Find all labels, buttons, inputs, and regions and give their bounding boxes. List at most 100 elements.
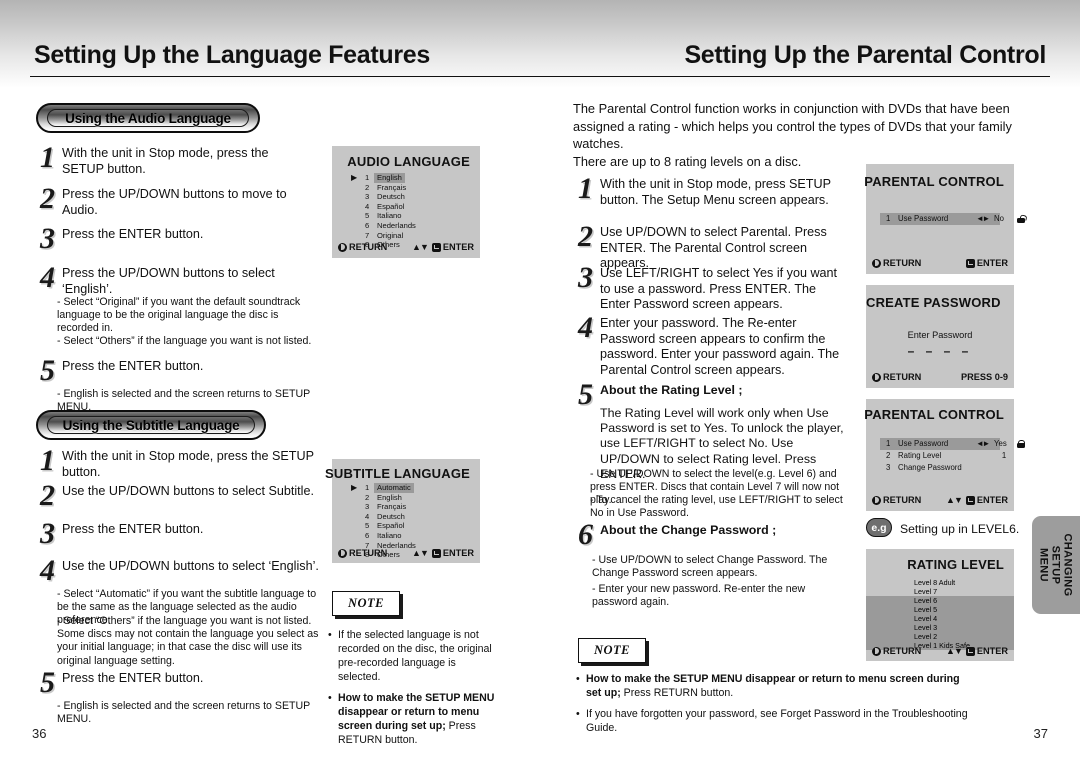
osd-list-item[interactable]: 6 Italiano [365, 531, 419, 541]
step-number: 3 [578, 261, 593, 294]
header-divider-rule [30, 76, 1050, 77]
osd-enter-control[interactable]: ENTER [965, 258, 1008, 268]
left-note-list: If the selected language is not recorded… [328, 628, 500, 754]
step-number: 2 [40, 182, 55, 215]
note-item-text: If you have forgotten your password, see… [586, 708, 968, 734]
up-down-arrows-icon: ▲▼ [412, 548, 429, 558]
rating-level-row[interactable]: Level 7 [866, 587, 1014, 596]
rating-level-row[interactable]: Level 5 [866, 605, 1014, 614]
rating-level-row[interactable]: Level 2 [866, 632, 1014, 641]
osd-list-item[interactable]: 3 Deutsch [365, 192, 419, 202]
osd-title-subtitle-language: SUBTITLE LANGUAGE [325, 466, 470, 481]
osd-return-control[interactable]: RETURN [872, 372, 921, 382]
audio-step-2: 2 Press the UP/DOWN buttons to move to A… [40, 182, 320, 218]
osd-list-item[interactable]: 7 Original [365, 231, 419, 241]
osd-enter-control[interactable]: ▲▼ ENTER [412, 242, 474, 252]
parental-row-rating-level[interactable]: 2 Rating Level 1 [880, 450, 1006, 462]
osd-return-label: RETURN [883, 646, 922, 656]
osd-enter-control[interactable]: ▲▼ ENTER [946, 646, 1008, 656]
osd-subtitle-language: SUBTITLE LANGUAGE ▶ 1 Automatic 2 English … [325, 459, 480, 563]
return-icon [338, 548, 347, 558]
row-label: Change Password [898, 463, 962, 472]
rating-level-row[interactable]: Level 3 [866, 623, 1014, 632]
osd-item-index: 6 [365, 530, 370, 540]
rating-level-row[interactable]: Level 6 [866, 596, 1014, 605]
parental-row-change-password[interactable]: 3 Change Password [880, 462, 1000, 474]
osd-item-index: 2 [365, 182, 370, 192]
enter-icon [965, 646, 975, 656]
osd-item-index: 3 [365, 192, 370, 202]
osd-list-item[interactable]: 3 Français [365, 502, 419, 512]
note-item: How to make the SETUP MENU disappear or … [328, 691, 500, 747]
row-label: Use Password [898, 439, 949, 448]
left-right-arrows-icon: ◄► [976, 439, 990, 448]
step-number: 4 [40, 261, 55, 294]
step-number: 5 [40, 354, 55, 387]
change-password-note-1: - Use UP/DOWN to select Change Password.… [592, 554, 828, 580]
parental-row-list: 1 Use Password ◄► No [866, 213, 1028, 225]
osd-list-item[interactable]: 4 Español [365, 202, 419, 212]
parental-row-list-2: 1 Use Password ◄► Yes 2 Rating Level 1 3… [866, 438, 1026, 474]
osd-list-item[interactable]: 1 English [365, 173, 419, 183]
step-number: 6 [578, 518, 593, 551]
pill-using-audio-language: Using the Audio Language [36, 103, 260, 133]
osd-item-label: Italiano [377, 530, 402, 540]
enter-icon [431, 242, 441, 252]
step-number: 5 [40, 666, 55, 699]
step-text: Enter your password. The Re-enter Passwo… [600, 316, 840, 377]
osd-return-control[interactable]: RETURN [338, 242, 387, 252]
osd-item-index: 7 [365, 230, 370, 240]
rating-level-label: Level 4 [914, 614, 938, 623]
press-label: PRESS 0-9 [961, 372, 1008, 382]
osd-caret-icon: ▶ [351, 173, 358, 182]
osd-title-parental-control-2: PARENTAL CONTROL [864, 407, 1004, 422]
osd-item-label: Automatic [374, 483, 414, 493]
osd-footer: RETURN ▲▼ ENTER [338, 548, 474, 558]
parental-row-use-password[interactable]: 1 Use Password ◄► No [880, 213, 1028, 225]
osd-list-item[interactable]: 6 Nederlands [365, 221, 419, 231]
osd-list-item[interactable]: 2 English [365, 493, 419, 503]
osd-parental-control-no-password: PARENTAL CONTROL 1 Use Password ◄► No RE… [864, 164, 1028, 274]
osd-list-item[interactable]: 5 Español [365, 521, 419, 531]
return-icon [872, 372, 881, 382]
enter-icon [965, 258, 975, 268]
osd-list-item[interactable]: 1 Automatic [365, 483, 419, 493]
parental-row-use-password[interactable]: 1 Use Password ◄► Yes [880, 438, 1026, 450]
row-label: Use Password [898, 214, 949, 223]
rating-level-row[interactable]: Level 4 [866, 614, 1014, 623]
osd-audio-list: 1 English 2 Français 3 Deutsch 4 Español 5 It… [365, 173, 419, 250]
osd-return-control[interactable]: RETURN [872, 646, 921, 656]
osd-enter-control[interactable]: ▲▼ ENTER [946, 495, 1008, 505]
osd-enter-control[interactable]: ▲▼ ENTER [412, 548, 474, 558]
rating-level-row[interactable]: Level 8 Adult [866, 578, 1014, 587]
osd-return-control[interactable]: RETURN [872, 495, 921, 505]
step-text: Press the UP/DOWN buttons to move to Aud… [62, 187, 287, 217]
osd-press-digits-label: PRESS 0-9 [961, 372, 1008, 382]
osd-return-label: RETURN [883, 258, 922, 268]
step-text: Press the ENTER button. [62, 671, 204, 685]
parental-intro-paragraph: The Parental Control function works in c… [573, 101, 1012, 169]
osd-create-password: CREATE PASSWORD Enter Password – – – – R… [866, 285, 1014, 388]
osd-return-control[interactable]: RETURN [872, 258, 921, 268]
parental-step-4: 4 Enter your password. The Re-enter Pass… [578, 311, 848, 378]
osd-footer: RETURN PRESS 0-9 [872, 372, 1008, 382]
osd-list-item[interactable]: 4 Deutsch [365, 512, 419, 522]
osd-title-parental-control: PARENTAL CONTROL [864, 174, 1004, 189]
osd-return-control[interactable]: RETURN [338, 548, 387, 558]
step-text: Use LEFT/RIGHT to select Yes if you want… [600, 266, 838, 311]
osd-item-label: Deutsch [377, 192, 405, 202]
osd-list-item[interactable]: 2 Français [365, 183, 419, 193]
rating-note-cancel-level: - To cancel the rating level, use LEFT/R… [590, 494, 843, 520]
row-index: 2 [886, 451, 891, 460]
step-number: 4 [578, 311, 593, 344]
osd-caret-icon: ▶ [351, 483, 358, 492]
osd-rating-level: RATING LEVEL Level 8 Adult Level 7 Level… [866, 549, 1014, 661]
step-text: With the unit in Stop mode, press the SE… [62, 146, 269, 176]
osd-return-label: RETURN [883, 372, 922, 382]
rating-level-label: Level 6 [914, 596, 938, 605]
return-icon [872, 258, 881, 268]
note-item-text: Press RETURN button. [620, 687, 734, 699]
osd-list-item[interactable]: 5 Italiano [365, 211, 419, 221]
left-note-heading-box: NOTE [332, 591, 400, 616]
note-item: If you have forgotten your password, see… [576, 707, 976, 735]
